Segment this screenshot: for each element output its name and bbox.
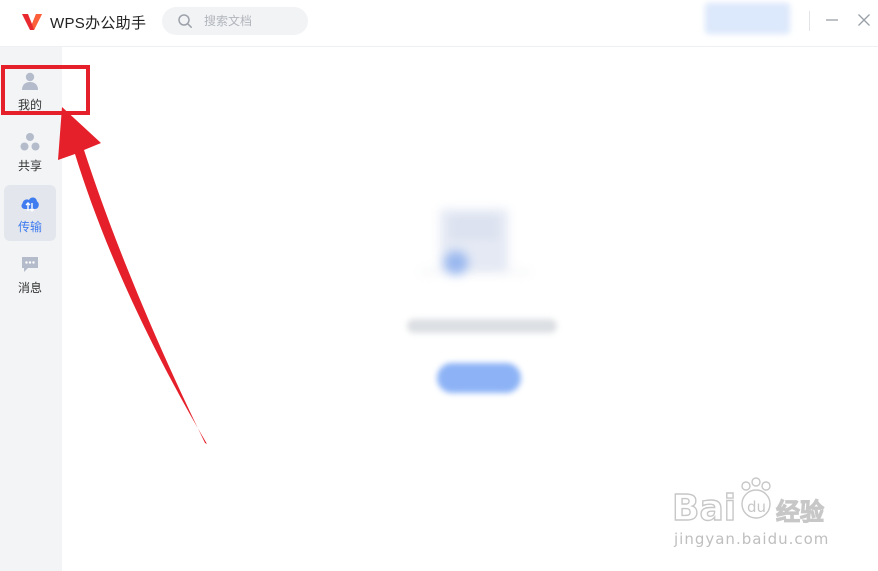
empty-state-text [407, 319, 557, 333]
app-title: WPS办公助手 [50, 15, 147, 32]
search-icon [178, 14, 192, 28]
search-box[interactable] [162, 7, 308, 35]
sidebar-item-label: 共享 [17, 159, 42, 173]
watermark-url: jingyan.baidu.com [674, 530, 830, 548]
account-button[interactable] [705, 3, 790, 34]
svg-text:du: du [747, 498, 766, 516]
search-input[interactable] [204, 12, 300, 30]
close-icon[interactable] [856, 12, 872, 28]
sidebar-item-message[interactable]: 消息 [4, 246, 56, 302]
minimize-icon[interactable] [824, 12, 840, 28]
sidebar-item-label: 传输 [17, 220, 42, 234]
sidebar-item-share[interactable]: 共享 [4, 124, 56, 180]
titlebar-divider [809, 11, 810, 31]
empty-state-action-button[interactable] [437, 363, 521, 393]
svg-text:Bai: Bai [672, 488, 736, 529]
sidebar-item-transfer[interactable]: 传输 [4, 185, 56, 241]
svg-text:经验: 经验 [776, 498, 824, 526]
baidu-jingyan-logo: Bai du 经验 [672, 477, 825, 530]
share-icon [20, 133, 40, 151]
sidebar-item-label: 消息 [17, 281, 42, 295]
watermark: Bai du 经验 jingyan.baidu.com [672, 474, 842, 554]
message-icon [22, 257, 38, 272]
wps-logo-icon [22, 14, 42, 30]
annotation-highlight-box [1, 65, 90, 115]
title-bar: WPS办公助手 [0, 0, 878, 47]
sidebar: 我的 共享 传输 消息 [0, 47, 62, 571]
empty-state-illustration [420, 209, 530, 275]
cloud-transfer-icon [21, 197, 39, 212]
